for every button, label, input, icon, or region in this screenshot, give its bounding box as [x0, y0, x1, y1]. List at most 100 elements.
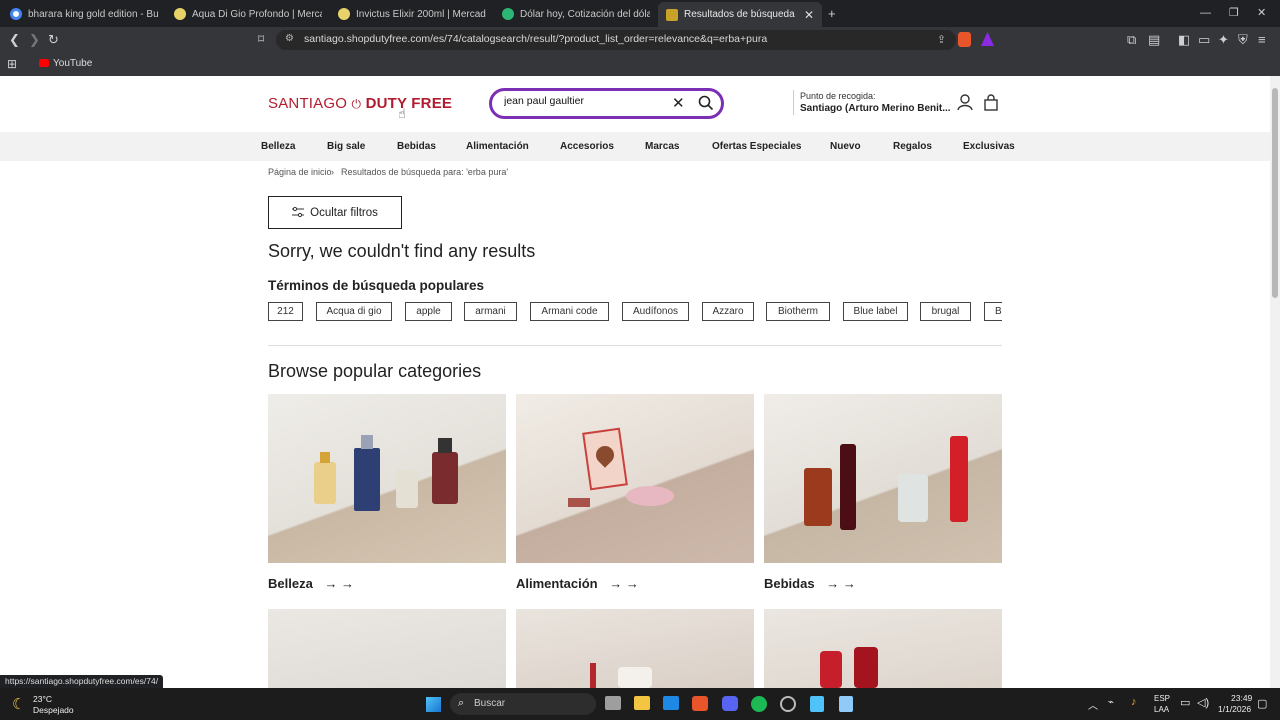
nav-item-alimentacion[interactable]: Alimentación — [466, 141, 529, 152]
discord-icon[interactable] — [722, 696, 738, 711]
category-card-image[interactable] — [268, 609, 506, 688]
nav-item-bebidas[interactable]: Bebidas — [397, 141, 436, 152]
back-icon[interactable]: ❮ — [9, 33, 20, 46]
nav-item-belleza[interactable]: Belleza — [261, 141, 295, 152]
popular-term[interactable]: apple — [405, 302, 452, 321]
nav-item-big-sale[interactable]: Big sale — [327, 141, 365, 152]
popular-term[interactable]: Armani code — [530, 302, 609, 321]
tab-2[interactable]: Aqua Di Gio Profondo | MercadoLibre — [166, 3, 330, 25]
reload-icon[interactable]: ↻ — [48, 33, 59, 46]
category-card-image[interactable] — [516, 609, 754, 688]
bookmark-youtube[interactable]: YouTube — [53, 58, 92, 69]
youtube-icon — [39, 59, 49, 67]
taskbar-search[interactable]: ⌕ Buscar — [450, 693, 596, 715]
category-card-alimentacion-image[interactable] — [516, 394, 754, 563]
category-card-belleza-image[interactable] — [268, 394, 506, 563]
leo-ai-icon[interactable]: ✦ — [1218, 33, 1229, 46]
popular-term[interactable]: Azzaro — [702, 302, 754, 321]
display-icon[interactable]: ▭ — [1180, 696, 1190, 709]
steam-icon[interactable] — [780, 696, 796, 712]
category-card-bebidas-image[interactable] — [764, 394, 1002, 563]
category-link-alimentacion[interactable]: Alimentación → → — [516, 576, 639, 591]
sidebar-icon[interactable]: ◧ — [1178, 33, 1190, 46]
tab-3[interactable]: Invictus Elixir 200ml | MercadoLibre — [330, 3, 494, 25]
popular-term[interactable]: Blue label — [843, 302, 908, 321]
tab-search-icon[interactable]: ▤ — [1148, 33, 1160, 46]
dutyfree-icon — [666, 8, 678, 21]
minimize-icon[interactable]: — — [1200, 7, 1211, 20]
file-explorer-icon[interactable] — [634, 696, 650, 710]
restore-icon[interactable]: ❐ — [1229, 7, 1239, 20]
outlook-icon[interactable] — [663, 696, 679, 710]
tray-chevron-icon[interactable]: ︿ — [1088, 697, 1098, 712]
address-bar[interactable]: ⚙ santiago.shopdutyfree.com/es/74/catalo… — [276, 30, 956, 50]
notepad-icon[interactable] — [810, 696, 824, 712]
language-secondary: LAA — [1154, 705, 1170, 714]
extensions-icon[interactable]: ⧉ — [1127, 33, 1136, 46]
new-tab-icon[interactable]: + — [828, 7, 836, 20]
breadcrumb-current: Resultados de búsqueda para: 'erba pura' — [341, 167, 509, 177]
category-label: Belleza — [268, 576, 313, 591]
site-info-icon[interactable]: ⚙ — [285, 33, 294, 44]
nav-item-nuevo[interactable]: Nuevo — [830, 141, 861, 152]
taskbar-search-label: Buscar — [474, 698, 506, 709]
wallet-icon[interactable]: ▭ — [1198, 33, 1210, 46]
tab-4[interactable]: Dólar hoy, Cotización del dólar | Dola — [494, 3, 658, 25]
nav-item-exclusivas[interactable]: Exclusivas — [963, 141, 1015, 152]
tab-1[interactable]: bharara king gold edition - Buscar co — [2, 3, 166, 25]
search-icon[interactable] — [698, 95, 714, 111]
tab-active[interactable]: Resultados de búsqueda para: 'e ✕ — [658, 2, 822, 27]
popular-term[interactable]: B — [984, 302, 1002, 321]
language-primary[interactable]: ESP — [1154, 694, 1170, 703]
site-logo[interactable]: SANTIAGO ⏻ DUTY FREE — [268, 95, 452, 112]
clock-date: 1/1/2026 — [1218, 704, 1252, 714]
brave-browser-icon[interactable] — [692, 696, 708, 711]
forward-icon[interactable]: ❯ — [29, 33, 40, 46]
task-view-icon[interactable] — [605, 696, 621, 710]
nav-item-regalos[interactable]: Regalos — [893, 141, 932, 152]
popular-term[interactable]: Biotherm — [766, 302, 830, 321]
nav-item-accesorios[interactable]: Accesorios — [560, 141, 614, 152]
account-icon[interactable] — [957, 94, 973, 111]
weather-temp[interactable]: 23°C — [33, 694, 52, 704]
popular-term[interactable]: armani — [464, 302, 517, 321]
vpn-shield-icon[interactable]: ⛨ — [1238, 33, 1248, 46]
microphone-icon[interactable]: ♪ — [1131, 696, 1137, 708]
brave-shields-icon[interactable] — [958, 32, 971, 47]
popular-term[interactable]: Acqua di gio — [316, 302, 392, 321]
page-scrollbar[interactable] — [1270, 76, 1280, 688]
brave-rewards-icon[interactable] — [981, 32, 994, 46]
search-input[interactable] — [504, 95, 654, 107]
close-tab-icon[interactable]: ✕ — [804, 8, 814, 22]
browser-chrome: bharara king gold edition - Buscar co Aq… — [0, 0, 1280, 76]
popular-term[interactable]: 212 — [268, 302, 303, 321]
search-box[interactable]: ✕ — [489, 88, 724, 119]
tray-network-icon[interactable]: ⌁ — [1108, 697, 1114, 708]
bookmark-icon[interactable]: ⌑ — [258, 33, 264, 46]
scrollbar-thumb[interactable] — [1272, 88, 1278, 298]
menu-icon[interactable]: ≡ — [1258, 33, 1266, 46]
category-link-belleza[interactable]: Belleza → → — [268, 576, 354, 591]
notifications-icon[interactable]: ▢ — [1257, 697, 1267, 710]
share-icon[interactable]: ⇪ — [937, 33, 946, 46]
category-card-image[interactable] — [764, 609, 1002, 688]
apps-grid-icon[interactable]: ⊞ — [7, 58, 17, 71]
spotify-icon[interactable] — [751, 696, 767, 712]
category-link-bebidas[interactable]: Bebidas → → — [764, 576, 856, 591]
cart-icon[interactable] — [983, 94, 999, 111]
volume-icon[interactable]: ◁) — [1197, 696, 1209, 709]
pickup-location[interactable]: Punto de recogida: Santiago (Arturo Meri… — [793, 90, 951, 115]
breadcrumb-home[interactable]: Página de inicio — [268, 167, 332, 177]
popular-term[interactable]: Audífonos — [622, 302, 689, 321]
clock-time[interactable]: 23:49 — [1231, 693, 1252, 703]
popular-term[interactable]: brugal — [920, 302, 971, 321]
hide-filters-label: Ocultar filtros — [310, 206, 378, 219]
calculator-icon[interactable] — [839, 696, 853, 712]
windows-start-icon[interactable] — [426, 697, 441, 712]
clear-search-icon[interactable]: ✕ — [672, 94, 685, 112]
nav-item-marcas[interactable]: Marcas — [645, 141, 679, 152]
nav-item-ofertas[interactable]: Ofertas Especiales — [712, 141, 802, 152]
logo-text-city: SANTIAGO — [268, 95, 348, 112]
close-window-icon[interactable]: ✕ — [1257, 7, 1266, 20]
hide-filters-button[interactable]: Ocultar filtros — [268, 196, 402, 229]
